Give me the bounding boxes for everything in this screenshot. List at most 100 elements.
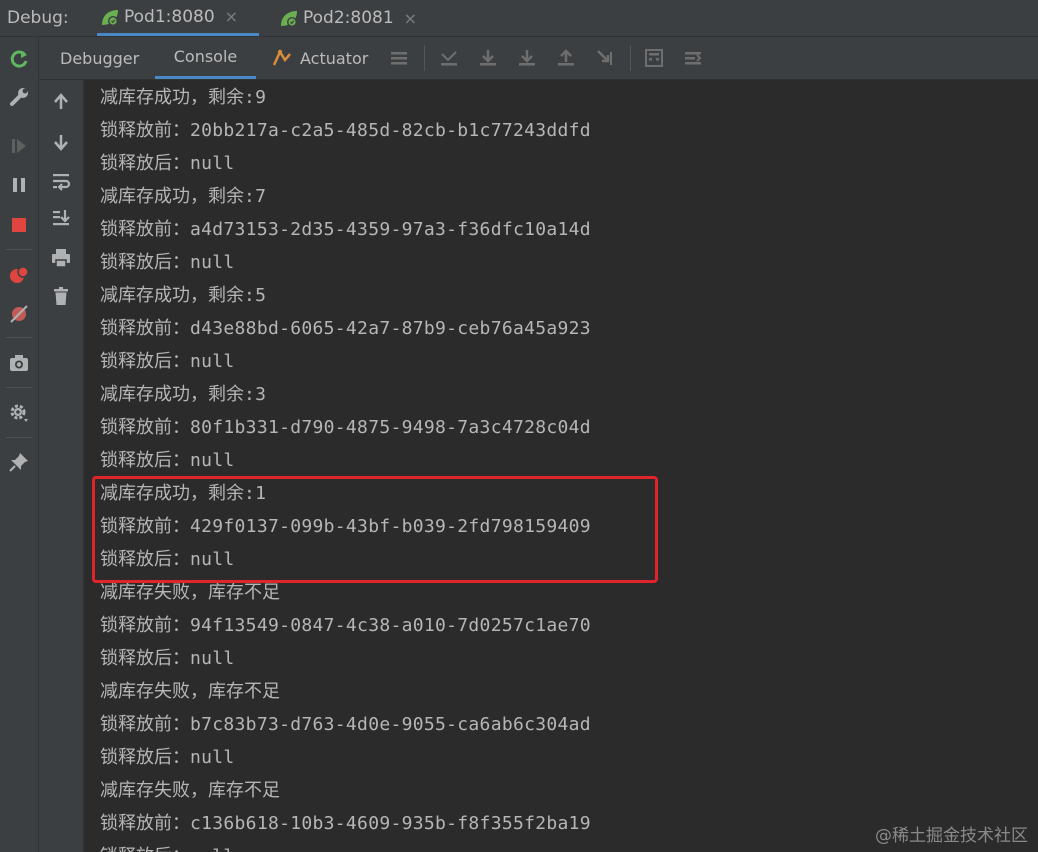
console-line-prefix: 锁释放前： (100, 615, 190, 636)
console-line-prefix: 锁释放前： (100, 714, 190, 735)
console-line: 锁释放后：null (100, 147, 235, 180)
console-line-value: 20bb217a-c2a5-485d-82cb-b1c77243ddfd (190, 120, 591, 141)
step-out-icon[interactable] (555, 47, 577, 69)
step-into-icon[interactable] (516, 47, 538, 69)
console-line-value: :5 (244, 285, 267, 306)
console-line-prefix: 减库存成功，剩余 (100, 384, 244, 405)
console-line: 锁释放后：null (100, 444, 235, 477)
console-line: 锁释放后：null (100, 840, 235, 852)
console-line-prefix: 锁释放前： (100, 417, 190, 438)
spring-boot-icon (100, 8, 118, 26)
console-line: 减库存失败，库存不足 (100, 774, 280, 807)
close-icon[interactable]: × (404, 9, 417, 28)
stop-icon[interactable] (7, 213, 31, 237)
console-line: 减库存成功，剩余:9 (100, 81, 266, 114)
console-line-value: null (190, 351, 235, 372)
console-line-value: null (190, 648, 235, 669)
console-line-prefix: 锁释放前： (100, 318, 190, 339)
trash-icon[interactable] (50, 285, 72, 307)
console-line: 锁释放后：null (100, 642, 235, 675)
actuator-icon (272, 48, 292, 68)
debug-toolbar: Debugger Console Actuator (39, 37, 1038, 80)
console-line-prefix: 锁释放后： (100, 648, 190, 669)
show-execution-point-icon[interactable] (438, 47, 460, 69)
settings-icon[interactable] (7, 401, 31, 425)
console-line-value: c136b618-10b3-4609-935b-f8f355f2ba19 (190, 813, 591, 834)
debug-label: Debug: (7, 8, 69, 28)
console-line: 锁释放后：null (100, 345, 235, 378)
console-line-value: :3 (244, 384, 267, 405)
console-line-prefix: 锁释放后： (100, 846, 190, 852)
camera-icon[interactable] (7, 351, 31, 375)
highlight-annotation-box (92, 476, 658, 583)
console-line-value: d43e88bd-6065-42a7-87b9-ceb76a45a923 (190, 318, 591, 339)
console-line: 减库存成功，剩余:5 (100, 279, 266, 312)
console-line-value: a4d73153-2d35-4359-97a3-f36dfc10a14d (190, 219, 591, 240)
mute-breakpoints-icon[interactable] (7, 302, 31, 326)
console-line: 锁释放前：80f1b331-d790-4875-9498-7a3c4728c04… (100, 411, 591, 444)
console-line-prefix: 减库存失败，库存不足 (100, 582, 280, 603)
soft-wrap-icon[interactable] (50, 170, 72, 192)
menu-icon[interactable] (388, 47, 410, 69)
resume-icon[interactable] (7, 134, 31, 158)
console-line-prefix: 锁释放后： (100, 252, 190, 273)
console-line: 减库存成功，剩余:7 (100, 180, 266, 213)
console-line-prefix: 锁释放后： (100, 450, 190, 471)
console-line: 锁释放前：a4d73153-2d35-4359-97a3-f36dfc10a14… (100, 213, 591, 246)
pause-icon[interactable] (7, 173, 31, 197)
console-line: 锁释放前：c136b618-10b3-4609-935b-f8f355f2ba1… (100, 807, 591, 840)
console-line-prefix: 减库存成功，剩余 (100, 285, 244, 306)
console-line-value: b7c83b73-d763-4d0e-9055-ca6ab6c304ad (190, 714, 591, 735)
tab-actuator-label: Actuator (300, 48, 369, 68)
console-line-prefix: 减库存成功，剩余 (100, 186, 244, 207)
console-line-prefix: 锁释放后： (100, 153, 190, 174)
console-line-value: null (190, 153, 235, 174)
console-line-value: :9 (244, 87, 267, 108)
tab-actuator[interactable]: Actuator (272, 37, 368, 79)
console-line-prefix: 锁释放后： (100, 747, 190, 768)
step-over-icon[interactable] (477, 47, 499, 69)
console-line-prefix: 减库存失败，库存不足 (100, 681, 280, 702)
evaluate-expression-icon[interactable] (643, 47, 665, 69)
pin-icon[interactable] (7, 450, 31, 474)
console-line-value: null (190, 747, 235, 768)
console-line-prefix: 减库存成功，剩余 (100, 87, 244, 108)
down-arrow-icon[interactable] (50, 131, 72, 153)
run-to-cursor-icon[interactable] (594, 47, 616, 69)
console-line-prefix: 锁释放前： (100, 813, 190, 834)
console-line-prefix: 锁释放前： (100, 120, 190, 141)
up-arrow-icon[interactable] (50, 91, 72, 113)
scroll-to-end-icon[interactable] (50, 207, 72, 229)
console-line: 减库存成功，剩余:3 (100, 378, 266, 411)
watermark: @稀土掘金技术社区 (875, 826, 1028, 846)
console-line-value: 94f13549-0847-4c38-a010-7d0257c1ae70 (190, 615, 591, 636)
console-line: 减库存失败，库存不足 (100, 675, 280, 708)
run-tab-pod1[interactable]: Pod1:8080 × (97, 0, 259, 36)
rerun-icon[interactable] (7, 47, 31, 71)
console-line: 锁释放后：null (100, 741, 235, 774)
console-line-value: null (190, 846, 235, 852)
view-breakpoints-icon[interactable] (7, 263, 31, 287)
console-line-value: null (190, 252, 235, 273)
console-line-value: :7 (244, 186, 267, 207)
console-line-prefix: 锁释放前： (100, 219, 190, 240)
console-line: 锁释放前：d43e88bd-6065-42a7-87b9-ceb76a45a92… (100, 312, 591, 345)
run-tab-label: Pod2:8081 (303, 8, 394, 28)
tab-debugger[interactable]: Debugger (60, 37, 139, 79)
spring-boot-icon (279, 9, 297, 27)
tab-console[interactable]: Console (155, 37, 256, 79)
console-line: 锁释放前：b7c83b73-d763-4d0e-9055-ca6ab6c304a… (100, 708, 591, 741)
console-line-value: 80f1b331-d790-4875-9498-7a3c4728c04d (190, 417, 591, 438)
debug-actions-bar (0, 37, 39, 852)
console-output: 减库存成功，剩余:9 锁释放前：20bb217a-c2a5-485d-82cb-b… (84, 80, 1038, 852)
wrench-icon[interactable] (7, 85, 31, 109)
console-line: 锁释放前：94f13549-0847-4c38-a010-7d0257c1ae7… (100, 609, 591, 642)
run-tab-pod2[interactable]: Pod2:8081 × (279, 0, 429, 36)
console-line-prefix: 锁释放后： (100, 351, 190, 372)
debug-header: Debug: Pod1:8080 × Pod2:8081 × (0, 0, 1038, 37)
run-tab-label: Pod1:8080 (124, 6, 215, 27)
console-line: 锁释放后：null (100, 246, 235, 279)
trace-icon[interactable] (682, 47, 704, 69)
print-icon[interactable] (50, 247, 72, 269)
close-icon[interactable]: × (225, 7, 238, 26)
